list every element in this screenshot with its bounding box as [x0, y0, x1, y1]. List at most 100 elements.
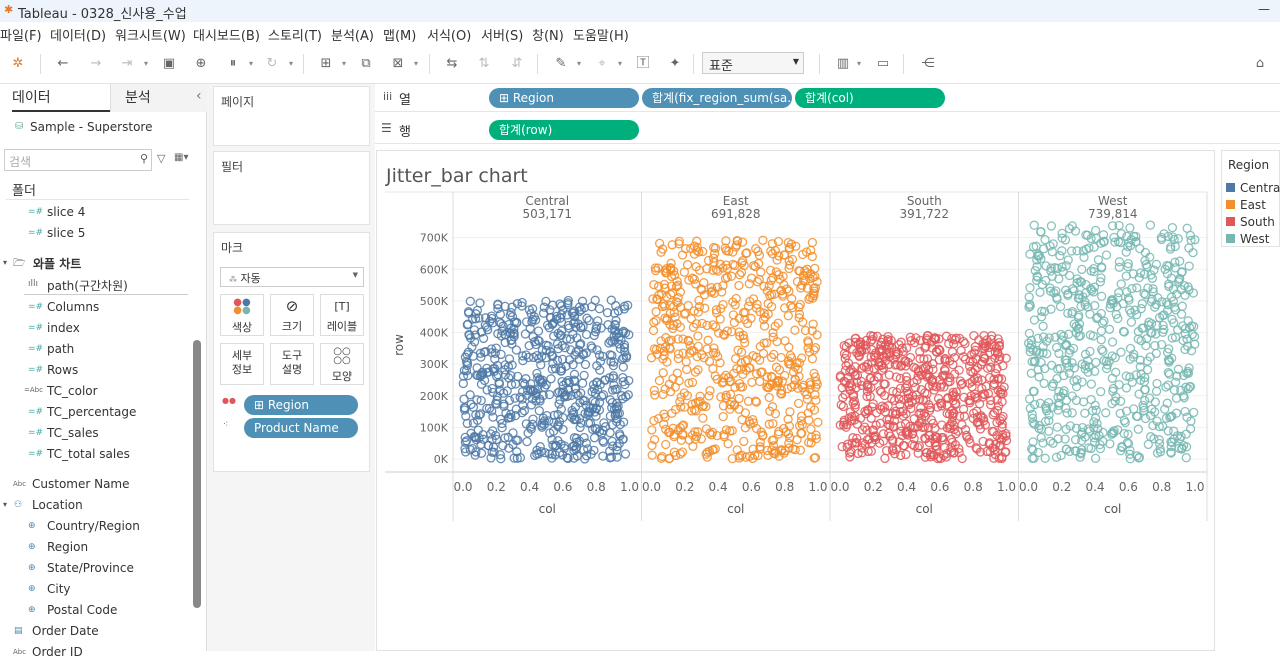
point-central[interactable] — [594, 304, 605, 314]
point-east[interactable] — [703, 255, 714, 266]
point-east[interactable] — [648, 325, 659, 336]
point-east[interactable] — [810, 389, 820, 400]
point-west[interactable] — [1096, 291, 1107, 301]
field-index[interactable]: index — [47, 321, 80, 335]
show-cards-icon[interactable]: ▥ — [833, 54, 853, 74]
point-west[interactable] — [1029, 220, 1039, 230]
point-west[interactable] — [1055, 301, 1066, 312]
point-central[interactable] — [584, 315, 594, 326]
point-west[interactable] — [1096, 326, 1107, 336]
color-button[interactable]: ●● ●● 색상 — [220, 294, 264, 336]
point-west[interactable] — [1101, 408, 1111, 418]
filter-icon[interactable]: ▽ — [157, 152, 165, 165]
point-central[interactable] — [528, 414, 538, 424]
point-south[interactable] — [838, 401, 849, 412]
menu-server[interactable]: 서버(S) — [481, 25, 523, 44]
point-east[interactable] — [734, 280, 744, 291]
highlight-icon[interactable]: ✎ — [551, 54, 571, 74]
point-central[interactable] — [589, 433, 600, 443]
field-tc-sales[interactable]: TC_sales — [47, 426, 99, 440]
mark-type-dropdown[interactable]: ⁂ 자동 ▼ — [220, 267, 364, 287]
point-west[interactable] — [1185, 230, 1196, 241]
point-east[interactable] — [735, 270, 745, 280]
point-east[interactable] — [675, 397, 685, 407]
point-east[interactable] — [677, 250, 688, 260]
point-central[interactable] — [579, 370, 589, 381]
point-west[interactable] — [1185, 424, 1196, 434]
point-east[interactable] — [807, 237, 818, 248]
point-east[interactable] — [729, 317, 740, 328]
point-south[interactable] — [960, 354, 971, 364]
point-west[interactable] — [1044, 426, 1054, 436]
share-icon[interactable]: ⋲ — [918, 54, 938, 74]
fit-dropdown[interactable]: 표준 ▼ — [702, 52, 804, 74]
point-west[interactable] — [1152, 378, 1162, 389]
jitter-bar-chart[interactable]: Jitter_bar chart 0K 100K 200K 300K 400K 500K 6… — [377, 151, 1214, 650]
menu-help[interactable]: 도움말(H) — [573, 25, 629, 44]
collapse-pane-icon[interactable]: ‹ — [196, 88, 202, 104]
point-west[interactable] — [1144, 393, 1155, 403]
point-east[interactable] — [654, 375, 665, 386]
point-east[interactable] — [785, 407, 795, 417]
field-tc-color[interactable]: TC_color — [47, 384, 98, 398]
redo-icon[interactable]: → — [86, 54, 106, 74]
field-region[interactable]: Region — [47, 540, 88, 554]
point-west[interactable] — [1101, 250, 1112, 260]
point-west[interactable] — [1114, 379, 1124, 390]
point-east[interactable] — [649, 279, 659, 290]
search-box[interactable]: 검색 ⚲ — [4, 149, 152, 171]
detail-button[interactable]: 세부 정보 — [220, 343, 264, 385]
point-central[interactable] — [600, 375, 610, 385]
menu-data[interactable]: 데이터(D) — [50, 25, 106, 44]
point-east[interactable] — [739, 436, 749, 447]
menu-dashboard[interactable]: 대시보드(B) — [193, 25, 260, 44]
point-east[interactable] — [715, 314, 725, 324]
point-west[interactable] — [1090, 225, 1101, 236]
field-tc-total-sales[interactable]: TC_total sales — [47, 447, 130, 461]
point-east[interactable] — [793, 398, 804, 409]
point-west[interactable] — [1121, 271, 1131, 281]
point-west[interactable] — [1170, 257, 1180, 267]
field-postal-code[interactable]: Postal Code — [47, 603, 117, 617]
swap-rows-columns-icon[interactable]: ⇆ — [442, 54, 462, 74]
viz-area[interactable]: Jitter_bar chart 0K 100K 200K 300K 400K 500K 6… — [376, 150, 1215, 651]
point-south[interactable] — [866, 413, 876, 423]
tableau-home-icon[interactable]: ✲ — [8, 54, 28, 74]
field-order-id[interactable]: Order ID — [32, 645, 83, 659]
point-west[interactable] — [1055, 251, 1065, 261]
point-west[interactable] — [1105, 439, 1115, 449]
refresh-icon[interactable]: ↻ — [262, 54, 282, 74]
field-slice-4[interactable]: slice 4 — [47, 205, 85, 219]
point-west[interactable] — [1036, 432, 1046, 443]
point-east[interactable] — [649, 317, 659, 327]
tooltip-button[interactable]: 도구 설명 — [270, 343, 314, 385]
field-columns[interactable]: Columns — [47, 300, 99, 314]
save-icon[interactable]: ▣ — [159, 54, 179, 74]
point-east[interactable] — [743, 301, 754, 311]
legend-item-south[interactable]: South — [1226, 215, 1275, 229]
point-central[interactable] — [593, 316, 603, 326]
pin-icon[interactable]: ✦ — [665, 54, 685, 74]
menu-story[interactable]: 스토리(T) — [268, 25, 322, 44]
point-west[interactable] — [1046, 221, 1057, 231]
menu-file[interactable]: 파일(F) — [0, 25, 42, 44]
point-east[interactable] — [697, 318, 707, 329]
pages-card[interactable]: 페이지 — [213, 86, 370, 146]
point-east[interactable] — [740, 408, 751, 418]
point-central[interactable] — [488, 442, 499, 452]
point-west[interactable] — [1163, 426, 1173, 436]
point-central[interactable] — [508, 428, 518, 438]
replay-icon[interactable]: ⇥ — [117, 54, 137, 74]
point-central[interactable] — [534, 406, 544, 416]
point-west[interactable] — [1025, 283, 1035, 293]
shape-button[interactable]: ○○ ○○ 모양 — [320, 343, 364, 385]
point-west[interactable] — [1035, 287, 1045, 297]
view-options-icon[interactable]: ▦▾ — [174, 152, 188, 163]
field-tc-percentage[interactable]: TC_percentage — [47, 405, 136, 419]
point-east[interactable] — [693, 331, 703, 341]
point-west[interactable] — [1114, 257, 1125, 267]
label-button[interactable]: [T] 레이블 — [320, 294, 364, 336]
color-legend[interactable]: Region Central East South West — [1221, 150, 1280, 247]
point-east[interactable] — [755, 376, 765, 387]
new-worksheet-icon[interactable]: ⊞ — [316, 54, 336, 74]
